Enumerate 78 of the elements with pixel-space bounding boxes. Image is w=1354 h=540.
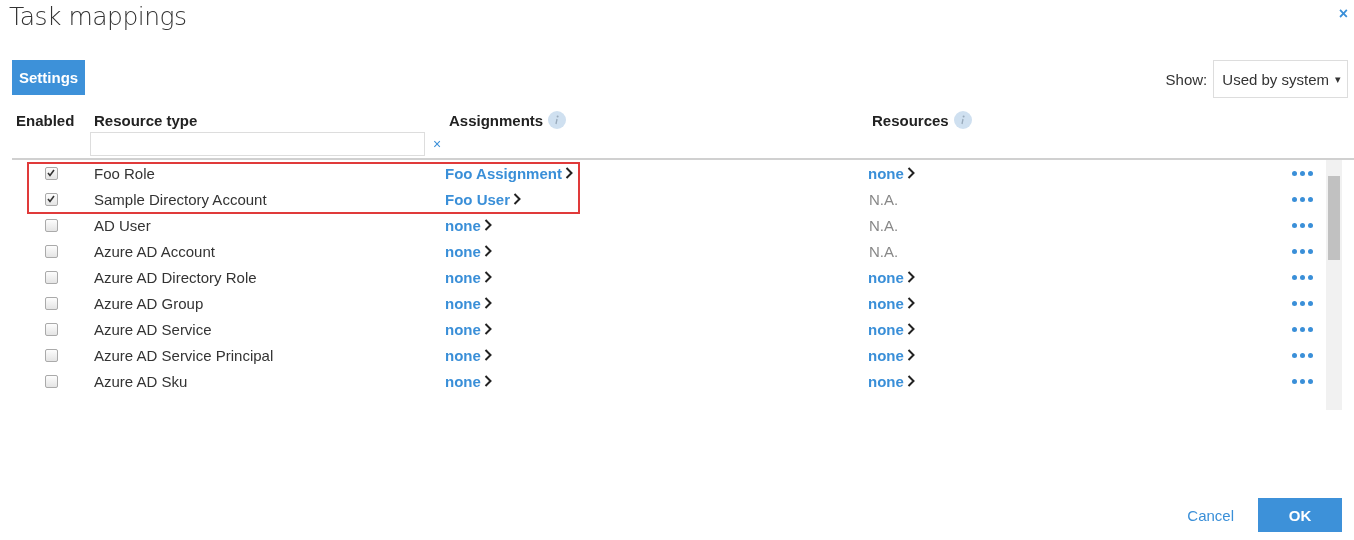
more-button[interactable] xyxy=(1292,274,1313,280)
resource-type: Azure AD Service xyxy=(93,320,213,338)
chevron-icon xyxy=(564,167,573,179)
clear-filter-button[interactable]: × xyxy=(433,136,442,152)
enabled-checkbox[interactable] xyxy=(44,348,58,362)
chevron-icon xyxy=(483,297,492,309)
resource-type: Azure AD Sku xyxy=(93,372,189,390)
enabled-checkbox[interactable] xyxy=(44,296,58,310)
assignment-link[interactable]: none xyxy=(445,242,481,260)
assignment-link[interactable]: Foo Assignment xyxy=(445,164,562,182)
resource-value: N.A. xyxy=(868,242,900,260)
show-label: Show: xyxy=(1165,70,1208,88)
more-button[interactable] xyxy=(1292,326,1313,332)
settings-button[interactable]: Settings xyxy=(12,59,86,95)
chevron-icon xyxy=(906,375,915,387)
resource-type: AD User xyxy=(93,216,152,234)
more-button[interactable] xyxy=(1292,170,1313,176)
chevron-icon xyxy=(483,271,492,283)
cancel-button[interactable]: Cancel xyxy=(1187,506,1234,524)
chevron-icon xyxy=(483,219,492,231)
column-header: Enabled xyxy=(16,111,75,129)
resource-type: Azure AD Service Principal xyxy=(93,346,275,364)
chevron-icon xyxy=(906,167,915,179)
column-header: Assignments xyxy=(449,111,544,129)
assignment-link[interactable]: none xyxy=(445,294,481,312)
resource-type: Azure AD Directory Role xyxy=(93,268,258,286)
more-button[interactable] xyxy=(1292,196,1313,202)
more-button[interactable] xyxy=(1292,248,1313,254)
resource-link[interactable]: none xyxy=(868,164,904,182)
column-header: Resources xyxy=(872,111,949,129)
enabled-checkbox[interactable] xyxy=(44,166,58,180)
resource-link[interactable]: none xyxy=(868,372,904,390)
chevron-icon xyxy=(483,349,492,361)
info-icon[interactable] xyxy=(548,111,567,129)
enabled-checkbox[interactable] xyxy=(44,218,58,232)
enabled-checkbox[interactable] xyxy=(44,322,58,336)
chevron-icon xyxy=(906,297,915,309)
close-button[interactable]: × xyxy=(1338,6,1348,22)
ok-button[interactable]: OK xyxy=(1258,498,1342,532)
resource-type: Azure AD Account xyxy=(93,242,216,260)
checkmark-icon xyxy=(47,169,55,177)
assignment-link[interactable]: none xyxy=(445,320,481,338)
chevron-icon xyxy=(483,375,492,387)
assignment-link[interactable]: Foo User xyxy=(445,190,510,208)
resource-link[interactable]: none xyxy=(868,294,904,312)
filter-field[interactable] xyxy=(90,132,425,156)
resource-type: Azure AD Group xyxy=(93,294,205,312)
chevron-icon xyxy=(906,271,915,283)
resource-type: Sample Directory Account xyxy=(93,190,268,208)
scrollbar[interactable] xyxy=(1326,160,1342,410)
chevron-icon xyxy=(906,349,915,361)
resource-type: Foo Role xyxy=(93,164,156,182)
column-header: Resource type xyxy=(94,111,198,129)
resource-link[interactable]: none xyxy=(868,346,904,364)
more-button[interactable] xyxy=(1292,352,1313,358)
dialog-title: Task mappings xyxy=(9,2,187,31)
chevron-icon xyxy=(906,323,915,335)
assignment-link[interactable]: none xyxy=(445,372,481,390)
enabled-checkbox[interactable] xyxy=(44,244,58,258)
enabled-checkbox[interactable] xyxy=(44,374,58,388)
assignment-link[interactable]: none xyxy=(445,268,481,286)
resource-value: N.A. xyxy=(868,190,900,208)
more-button[interactable] xyxy=(1292,222,1313,228)
chevron-icon xyxy=(513,193,521,205)
resource-link[interactable]: none xyxy=(868,320,904,338)
enabled-checkbox[interactable] xyxy=(44,270,58,284)
assignment-link[interactable]: none xyxy=(445,346,481,364)
info-icon[interactable] xyxy=(953,111,972,129)
show-dropdown[interactable]: Used by system ▾ xyxy=(1213,60,1348,98)
more-button[interactable] xyxy=(1292,300,1313,306)
chevron-icon xyxy=(483,245,492,257)
resource-link[interactable]: none xyxy=(868,268,904,286)
enabled-checkbox[interactable] xyxy=(44,192,58,206)
chevron-icon xyxy=(483,323,492,335)
more-button[interactable] xyxy=(1292,378,1313,384)
resource-value: N.A. xyxy=(868,216,900,234)
assignment-link[interactable]: none xyxy=(445,216,481,234)
checkmark-icon xyxy=(47,195,55,203)
